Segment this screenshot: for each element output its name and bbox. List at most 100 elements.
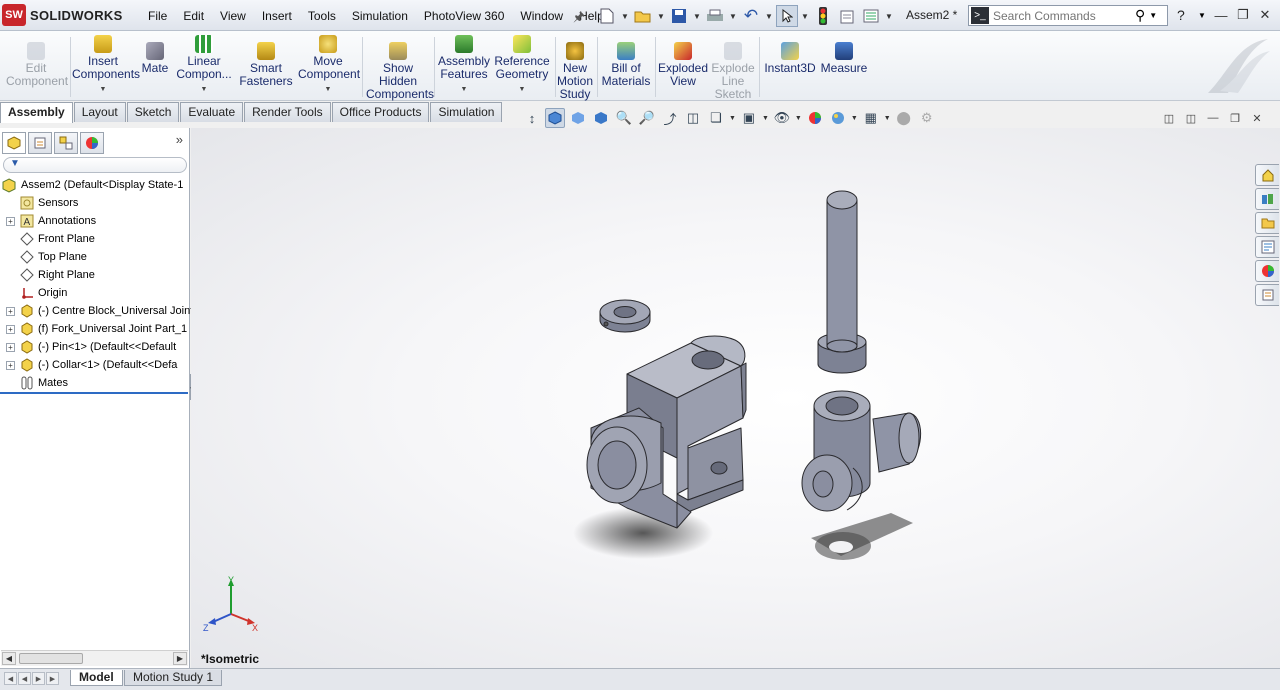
tab-render-tools[interactable]: Render Tools <box>244 102 331 122</box>
apply-scene-icon[interactable] <box>828 108 848 128</box>
expand-pane-icon[interactable]: » <box>176 132 183 147</box>
expand-toggle-icon[interactable]: + <box>6 324 15 334</box>
tree-item-sensors[interactable]: Sensors <box>6 194 194 212</box>
smart-fasteners-button[interactable]: Smart Fasteners <box>238 42 294 88</box>
reference-geometry-dropdown-icon[interactable]: ▼ <box>493 83 551 96</box>
options-icon[interactable] <box>860 5 882 27</box>
tree-item-mates[interactable]: Mates <box>6 374 194 392</box>
graphics-area[interactable]: Y X Z *Isometric <box>191 128 1280 668</box>
solidworks-resources-icon[interactable] <box>1255 164 1279 186</box>
split-right-icon[interactable]: ◫ <box>1182 110 1200 126</box>
viewport-restore-icon[interactable]: ❐ <box>1226 110 1244 126</box>
new-document-icon[interactable] <box>596 5 618 27</box>
section-view-icon[interactable]: ◫ <box>683 108 703 128</box>
select-icon[interactable] <box>776 5 798 27</box>
menu-photoview[interactable]: PhotoView 360 <box>416 9 513 23</box>
apply-scene-dropdown-icon[interactable]: ▼ <box>851 115 858 122</box>
new-dropdown-icon[interactable]: ▼ <box>620 12 630 21</box>
file-explorer-icon[interactable] <box>1255 212 1279 234</box>
restore-icon[interactable]: ❐ <box>1234 6 1252 24</box>
explode-line-sketch-button[interactable]: Explode Line Sketch <box>710 42 756 101</box>
photoview-icon[interactable]: ⚙ <box>917 108 937 128</box>
previous-view-icon[interactable]: ⤴ <box>660 108 680 128</box>
menu-simulation[interactable]: Simulation <box>344 9 416 23</box>
viewport-minimize-icon[interactable]: — <box>1204 110 1222 126</box>
zoom-to-area-icon[interactable]: 🔎 <box>637 108 657 128</box>
help-dropdown-icon[interactable]: ▼ <box>1198 11 1206 20</box>
hide-show-dropdown-icon[interactable]: ▼ <box>795 115 802 122</box>
close-icon[interactable]: ✕ <box>1256 6 1274 24</box>
tab-sketch[interactable]: Sketch <box>126 102 180 122</box>
hidden-lines-icon[interactable] <box>591 108 611 128</box>
insert-components-dropdown-icon[interactable]: ▼ <box>72 83 134 96</box>
expand-toggle-icon[interactable]: + <box>6 306 15 316</box>
tab-layout[interactable]: Layout <box>73 102 126 122</box>
scroll-thumb[interactable] <box>19 653 83 664</box>
tree-item-annotations[interactable]: + A Annotations <box>6 212 194 230</box>
view-orientation-dropdown-icon[interactable]: ▼ <box>762 115 769 122</box>
linear-pattern-dropdown-icon[interactable]: ▼ <box>174 83 234 96</box>
tab-evaluate[interactable]: Evaluate <box>180 102 244 122</box>
realview-icon[interactable]: ⬤ <box>894 108 914 128</box>
save-icon[interactable] <box>668 5 690 27</box>
shaded-with-edges-icon[interactable] <box>545 108 565 128</box>
viewport-close-icon[interactable]: ✕ <box>1248 110 1266 126</box>
tree-item-top-plane[interactable]: Top Plane <box>6 248 194 266</box>
tab-simulation[interactable]: Simulation <box>430 102 503 122</box>
move-component-dropdown-icon[interactable]: ▼ <box>298 83 358 96</box>
first-tab-icon[interactable]: ◀ <box>4 672 17 685</box>
tab-office-products[interactable]: Office Products <box>331 102 430 122</box>
reference-triad-icon[interactable]: ↕ <box>522 108 542 128</box>
tree-item-centre-block[interactable]: + (-) Centre Block_Universal Joint <box>6 302 194 320</box>
view-settings-icon[interactable]: ▦ <box>861 108 881 128</box>
design-library-icon[interactable] <box>1255 188 1279 210</box>
tab-model[interactable]: Model <box>70 670 123 686</box>
menu-window[interactable]: Window <box>512 9 571 23</box>
assembly-features-dropdown-icon[interactable]: ▼ <box>436 83 492 96</box>
tree-item-fork[interactable]: + (f) Fork_Universal Joint Part_1 <box>6 320 194 338</box>
tree-item-collar[interactable]: + (-) Collar<1> (Default<<Defa <box>6 356 194 374</box>
shaded-icon[interactable] <box>568 108 588 128</box>
edit-appearance-icon[interactable] <box>805 108 825 128</box>
select-dropdown-icon[interactable]: ▼ <box>800 12 810 21</box>
print-dropdown-icon[interactable]: ▼ <box>728 12 738 21</box>
show-hidden-components-button[interactable]: Show Hidden Components <box>366 42 434 101</box>
solidworks-logo[interactable]: SW SOLIDWORKS <box>2 3 134 27</box>
appearances-scenes-icon[interactable] <box>1255 260 1279 282</box>
expand-toggle-icon[interactable]: + <box>6 342 15 352</box>
print-icon[interactable] <box>704 5 726 27</box>
next-tab-icon[interactable]: ▶ <box>32 672 45 685</box>
instant3d-button[interactable]: Instant3D <box>762 42 818 75</box>
tree-item-right-plane[interactable]: Right Plane <box>6 266 194 284</box>
pin-menu-icon[interactable]: 🖈 <box>573 8 585 30</box>
search-commands-input[interactable] <box>993 8 1133 23</box>
display-manager-tab-icon[interactable] <box>80 132 104 154</box>
linear-pattern-button[interactable]: Linear Compon... ▼ <box>174 35 234 96</box>
expand-toggle-icon[interactable]: + <box>6 360 15 370</box>
scroll-left-icon[interactable]: ◀ <box>2 652 16 665</box>
expand-toggle-icon[interactable]: + <box>6 216 15 226</box>
tree-filter-icon[interactable]: ▼ <box>3 157 187 173</box>
help-icon[interactable]: ? <box>1177 7 1185 23</box>
search-dropdown-icon[interactable]: ▼ <box>1149 11 1157 20</box>
open-dropdown-icon[interactable]: ▼ <box>656 12 666 21</box>
move-component-button[interactable]: Move Component ▼ <box>298 35 360 96</box>
custom-properties-icon[interactable] <box>1255 284 1279 306</box>
search-icon[interactable]: ⚲ <box>1135 7 1145 24</box>
last-tab-icon[interactable]: ▶ <box>46 672 59 685</box>
undo-dropdown-icon[interactable]: ▼ <box>764 12 774 21</box>
tab-assembly[interactable]: Assembly <box>0 102 73 123</box>
reference-geometry-button[interactable]: Reference Geometry ▼ <box>493 35 551 96</box>
bill-of-materials-button[interactable]: Bill of Materials <box>600 42 652 88</box>
menu-insert[interactable]: Insert <box>254 9 300 23</box>
tree-item-origin[interactable]: Origin <box>6 284 194 302</box>
menu-view[interactable]: View <box>212 9 254 23</box>
hide-show-items-icon[interactable]: 👁 <box>772 108 792 128</box>
tab-motion-study-1[interactable]: Motion Study 1 <box>124 670 223 686</box>
view-settings-dropdown-icon[interactable]: ▼ <box>884 115 891 122</box>
minimize-icon[interactable]: — <box>1212 6 1230 24</box>
menu-edit[interactable]: Edit <box>175 9 212 23</box>
new-motion-study-button[interactable]: New Motion Study <box>557 42 593 101</box>
tree-item-pin[interactable]: + (-) Pin<1> (Default<<Default <box>6 338 194 356</box>
configuration-manager-tab-icon[interactable] <box>54 132 78 154</box>
